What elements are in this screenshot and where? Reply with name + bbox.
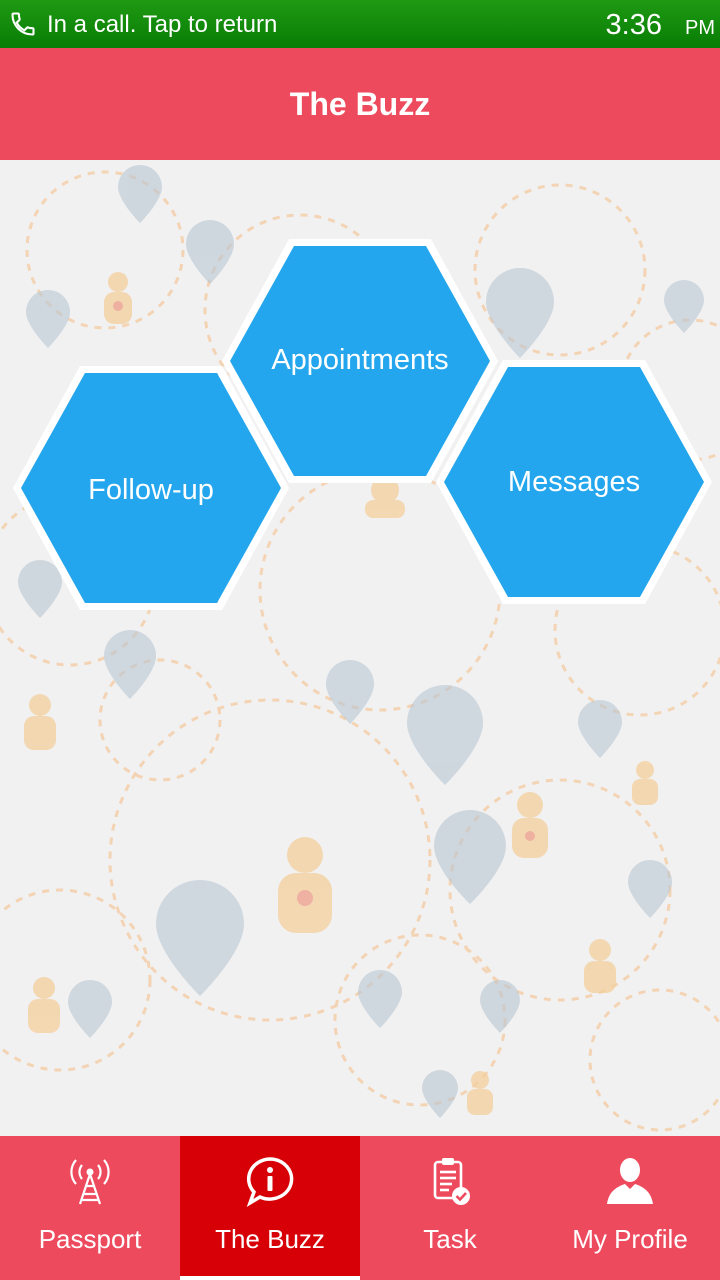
page-title: The Buzz [289, 86, 431, 122]
clock-time: 3:36 [605, 9, 662, 41]
messages-label: Messages [507, 466, 641, 498]
messages-tile[interactable]: Messages [432, 356, 716, 608]
clock-ampm: PM [685, 17, 715, 39]
status-bar[interactable]: In a call. Tap to return 3:36 PM [0, 0, 720, 48]
app-header: The Buzz [0, 48, 720, 160]
phone-icon [11, 12, 35, 36]
clipboard-check-icon [433, 1158, 470, 1205]
buzz-content: Appointments Follow-up Messages [0, 160, 720, 1136]
info-bubble-icon [246, 1157, 294, 1208]
nav-tab-passport[interactable]: Passport [0, 1136, 180, 1280]
follow-up-tile[interactable]: Follow-up [9, 362, 293, 614]
nav-label-passport: Passport [38, 1224, 142, 1254]
follow-up-label: Follow-up [88, 474, 214, 506]
bottom-navigation: Passport The Buzz Task My Profile [0, 1136, 720, 1280]
person-icon [607, 1158, 653, 1204]
nav-tab-task[interactable]: Task [360, 1136, 540, 1280]
antenna-icon [70, 1159, 110, 1205]
nav-tab-the-buzz[interactable]: The Buzz [180, 1136, 360, 1280]
nav-label-my-profile: My Profile [572, 1224, 688, 1254]
nav-tab-my-profile[interactable]: My Profile [540, 1136, 720, 1280]
call-return-text[interactable]: In a call. Tap to return [47, 11, 277, 39]
nav-label-the-buzz: The Buzz [215, 1224, 325, 1254]
nav-label-task: Task [423, 1224, 477, 1254]
